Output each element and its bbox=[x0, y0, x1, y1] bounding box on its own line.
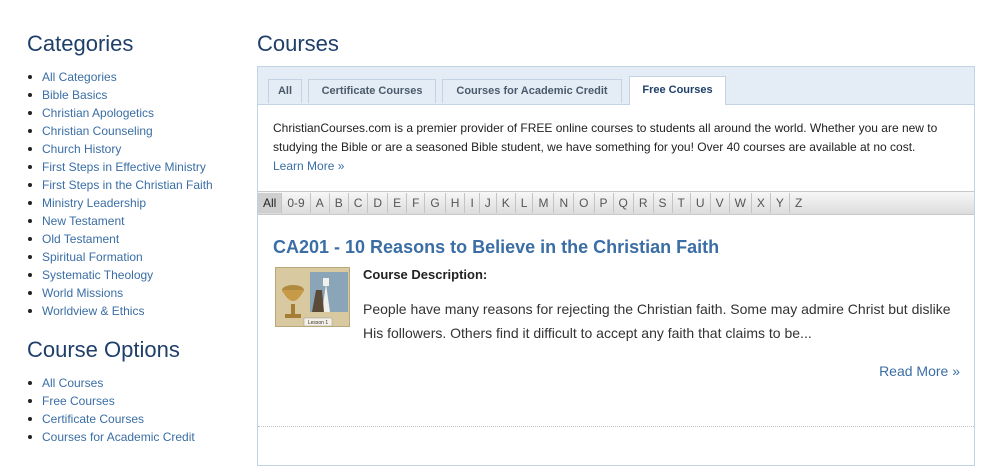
letter-filter[interactable]: M bbox=[533, 193, 555, 213]
letter-filter[interactable]: Q bbox=[614, 193, 634, 213]
course-options-list: All Courses Free Courses Certificate Cou… bbox=[27, 374, 237, 446]
letter-filter[interactable]: W bbox=[730, 193, 752, 213]
tab-bar: All Certificate Courses Courses for Acad… bbox=[258, 67, 974, 105]
category-item[interactable]: Worldview & Ethics bbox=[27, 302, 237, 320]
sidebar: Categories All Categories Bible Basics C… bbox=[27, 30, 237, 446]
letter-filter[interactable]: E bbox=[388, 193, 408, 213]
letter-filter[interactable]: J bbox=[480, 193, 497, 213]
course-title-link[interactable]: CA201 - 10 Reasons to Believe in the Chr… bbox=[273, 235, 960, 259]
page-title: Courses bbox=[257, 31, 339, 56]
letter-filter-all[interactable]: All bbox=[258, 193, 283, 213]
course-option-item[interactable]: Certificate Courses bbox=[27, 410, 237, 428]
category-item[interactable]: Church History bbox=[27, 140, 237, 158]
category-item[interactable]: First Steps in the Christian Faith bbox=[27, 176, 237, 194]
category-item[interactable]: Old Testament bbox=[27, 230, 237, 248]
thumbnail-lesson-label: Lesson 1 bbox=[308, 320, 329, 326]
category-item[interactable]: Bible Basics bbox=[27, 86, 237, 104]
tab-academic-credit[interactable]: Courses for Academic Credit bbox=[442, 79, 622, 103]
course-option-item[interactable]: Courses for Academic Credit bbox=[27, 428, 237, 446]
category-item[interactable]: New Testament bbox=[27, 212, 237, 230]
letter-filter[interactable]: B bbox=[330, 193, 349, 213]
category-item[interactable]: Spiritual Formation bbox=[27, 248, 237, 266]
letter-filter[interactable]: 0-9 bbox=[282, 193, 311, 213]
categories-heading: Categories bbox=[27, 31, 134, 56]
letter-filter[interactable]: X bbox=[752, 193, 771, 213]
letter-filter[interactable]: L bbox=[516, 193, 534, 213]
letter-filter[interactable]: K bbox=[497, 193, 516, 213]
letter-filter[interactable]: Y bbox=[771, 193, 790, 213]
category-item[interactable]: Ministry Leadership bbox=[27, 194, 237, 212]
read-more-link[interactable]: Read More » bbox=[879, 363, 960, 379]
category-item[interactable]: All Categories bbox=[27, 68, 237, 86]
letter-filter[interactable]: D bbox=[368, 193, 389, 213]
letter-filter[interactable]: P bbox=[595, 193, 614, 213]
letter-filter[interactable]: I bbox=[465, 193, 480, 213]
letter-filter[interactable]: N bbox=[554, 193, 575, 213]
learn-more-link[interactable]: Learn More » bbox=[273, 159, 344, 173]
category-item[interactable]: Christian Apologetics bbox=[27, 104, 237, 122]
course-thumbnail-image: Lesson 1 bbox=[276, 268, 349, 326]
intro-paragraph: ChristianCourses.com is a premier provid… bbox=[273, 121, 938, 154]
letter-filter[interactable]: A bbox=[311, 193, 330, 213]
divider bbox=[258, 426, 974, 427]
category-item[interactable]: World Missions bbox=[27, 284, 237, 302]
course-description-label: Course Description: bbox=[363, 267, 488, 282]
intro-text: ChristianCourses.com is a premier provid… bbox=[258, 105, 974, 173]
categories-list: All Categories Bible Basics Christian Ap… bbox=[27, 68, 237, 320]
letter-filter[interactable]: F bbox=[407, 193, 426, 213]
alphabet-filter: All 0-9 A B C D E F G H I J K L M N O P … bbox=[258, 191, 974, 215]
letter-filter[interactable]: U bbox=[691, 193, 711, 213]
letter-filter[interactable]: C bbox=[349, 193, 369, 213]
category-item[interactable]: Systematic Theology bbox=[27, 266, 237, 284]
letter-filter[interactable]: O bbox=[574, 193, 595, 213]
course-entry: CA201 - 10 Reasons to Believe in the Chr… bbox=[273, 235, 960, 379]
letter-filter[interactable]: T bbox=[673, 193, 691, 213]
tab-free-courses[interactable]: Free Courses bbox=[629, 76, 726, 105]
course-thumbnail[interactable]: Lesson 1 bbox=[275, 267, 350, 327]
tab-certificate-courses[interactable]: Certificate Courses bbox=[308, 79, 436, 103]
letter-filter[interactable]: V bbox=[711, 193, 730, 213]
letter-filter[interactable]: G bbox=[425, 193, 446, 213]
letter-filter[interactable]: R bbox=[634, 193, 654, 213]
letter-filter[interactable]: Z bbox=[790, 193, 807, 213]
courses-panel: All Certificate Courses Courses for Acad… bbox=[257, 66, 975, 466]
course-options-heading: Course Options bbox=[27, 337, 180, 362]
course-description: People have many reasons for rejecting t… bbox=[363, 301, 951, 341]
letter-filter[interactable]: H bbox=[446, 193, 466, 213]
course-option-item[interactable]: Free Courses bbox=[27, 392, 237, 410]
category-item[interactable]: Christian Counseling bbox=[27, 122, 237, 140]
tab-all[interactable]: All bbox=[268, 79, 302, 103]
letter-filter[interactable]: S bbox=[654, 193, 673, 213]
course-option-item[interactable]: All Courses bbox=[27, 374, 237, 392]
category-item[interactable]: First Steps in Effective Ministry bbox=[27, 158, 237, 176]
